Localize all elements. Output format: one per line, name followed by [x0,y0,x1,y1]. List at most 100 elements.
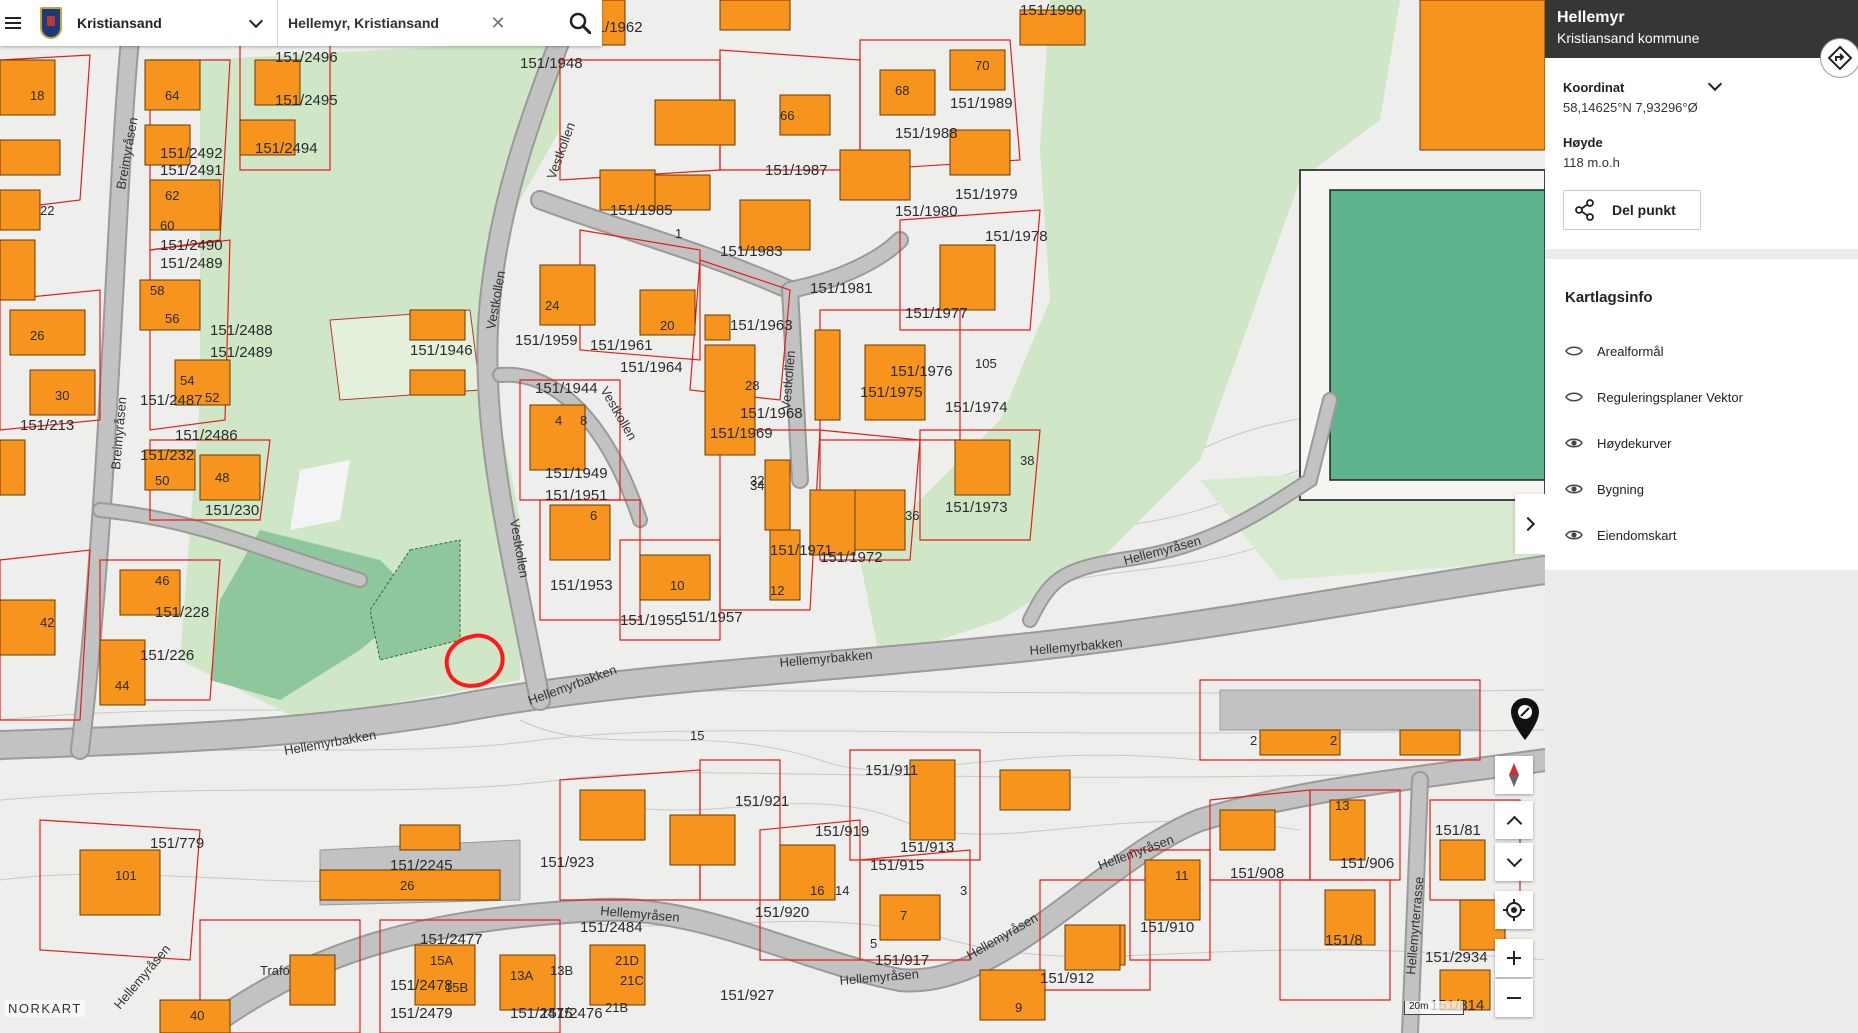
parcel-id-label: 151/226 [140,647,194,664]
parcel-id-label: 151/921 [735,793,789,810]
map-svg[interactable]: VestkollenVestkollenVestkollenVestkollen… [0,0,1545,1033]
place-subtitle: Kristiansand kommune [1557,30,1700,46]
parcel-id-label: 151/213 [20,417,74,434]
parcel-id-label: 151/2487 [140,392,203,409]
parcel-id-label: 151/1988 [895,125,958,142]
search-input[interactable] [288,15,484,31]
layer-row[interactable]: Arealformål [1565,328,1838,374]
eye-hidden-icon[interactable] [1565,390,1583,404]
parcel-id-label: 151/2490 [160,237,223,254]
my-location-button[interactable] [1495,891,1533,929]
parcel-id-label: 151/2245 [390,857,453,874]
chevron-up-icon [1506,815,1522,831]
house-number-label: 70 [975,58,989,73]
house-number-label: 66 [780,108,794,123]
house-number-label: 4 [555,413,562,428]
panel-collapse-button[interactable] [1515,494,1545,554]
tilt-down-button[interactable] [1495,843,1533,881]
house-number-label: 2 [1250,733,1257,748]
share-point-label: Del punkt [1612,202,1676,218]
parcel-id-label: 151/2478 [390,977,453,994]
parcel-id-label: 151/1974 [945,399,1008,416]
municipality-select[interactable]: Kristiansand [26,0,278,46]
layer-name: Arealformål [1597,343,1664,359]
directions-icon [1827,45,1853,71]
house-number-label: 1 [675,226,682,241]
parcel-id-label: 151/2496 [275,49,338,66]
search-button[interactable] [558,0,602,46]
parcel-id-label: 151/2486 [175,427,238,444]
house-number-label: 54 [180,373,194,388]
height-value: 118 m.o.h [1563,155,1620,170]
coordinate-format-toggle[interactable] [1708,81,1722,95]
parcel-id-label: 151/1961 [590,337,653,354]
parcel-id-label: 151/1980 [895,203,958,220]
coordinate-card: Koordinat 58,14625°N 7,93296°Ø Høyde 118… [1545,58,1858,249]
layer-row[interactable]: Eiendomskart [1565,512,1838,558]
share-point-button[interactable]: Del punkt [1563,190,1701,230]
parcel-id-label: 151/1963 [730,317,793,334]
eye-icon[interactable] [1565,528,1583,542]
house-number-label: 58 [150,283,164,298]
map-pin-marker[interactable] [1510,697,1540,741]
layers-list: Arealformål Reguleringsplaner Vektor Høyde… [1565,328,1838,558]
house-number-label: 30 [55,388,69,403]
house-number-label: 6 [590,508,597,523]
menu-button[interactable] [0,0,26,46]
parcel-id-label: 151/2489 [160,255,223,272]
house-number-label: 40 [190,1008,204,1023]
chevron-down-icon [1506,851,1522,867]
parcel-id-label: 151/1959 [515,332,578,349]
parcel-id-label: 151/912 [1040,970,1094,987]
parcel-id-label: 151/2491 [160,162,223,179]
parcel-id-label: 151/911 [865,762,918,779]
house-number-label: 11 [1175,868,1189,883]
plus-icon [1507,951,1521,965]
parcel-id-label: 151/1977 [905,305,968,322]
house-number-label: 26 [30,328,44,343]
share-icon [1575,199,1594,221]
parcel-id-label: 151/2494 [255,140,318,157]
municipality-crest-icon [40,7,62,39]
house-number-label: 15B [445,980,468,995]
layer-row[interactable]: Reguleringsplaner Vektor [1565,374,1838,420]
eye-icon[interactable] [1565,436,1583,450]
house-number-label: 64 [165,88,179,103]
house-number-label: 42 [40,615,54,630]
zoom-in-button[interactable] [1495,939,1533,977]
parcel-id-label: 151/1972 [820,549,883,566]
zoom-out-button[interactable] [1495,979,1533,1017]
eye-hidden-icon[interactable] [1565,344,1583,358]
parcel-id-label: 151/2477 [420,931,483,948]
house-number-label: 48 [215,470,229,485]
parcel-id-label: 151/1989 [950,95,1013,112]
coordinate-value: 58,14625°N 7,93296°Ø [1563,100,1698,115]
parcel-id-label: 151/915 [870,857,924,874]
coordinate-label-row: Koordinat [1563,80,1840,95]
compass-button[interactable] [1495,756,1533,794]
parcel-id-label: 151/1964 [620,359,683,376]
eye-icon[interactable] [1565,482,1583,496]
layer-name: Bygning [1597,481,1644,497]
house-number-label: 21B [605,1000,628,1015]
parcel-id-label: 151/1955 [620,612,683,629]
parcel-id-label: 151/2479 [390,1005,453,1022]
parcel-id-label: 151/1949 [545,465,608,482]
house-number-label: 10 [670,578,684,593]
norkart-logo: NORKART [5,1000,85,1017]
directions-button[interactable] [1820,38,1858,78]
parcel-id-label: 151/923 [540,854,594,871]
height-label: Høyde [1563,135,1603,150]
house-number-label: 68 [895,83,909,98]
parcel-id-label: 151/230 [205,502,259,519]
house-number-label: 38 [1020,453,1034,468]
house-number-label: 12 [770,583,784,598]
layer-row[interactable]: Bygning [1565,466,1838,512]
info-panel: Hellemyr Kristiansand kommune Koordinat … [1545,0,1858,1033]
clear-search-button[interactable]: ✕ [484,9,512,37]
layer-name: Eiendomskart [1597,527,1677,543]
tilt-up-button[interactable] [1495,801,1533,839]
house-number-label: 20 [660,318,674,333]
layer-row[interactable]: Høydekurver [1565,420,1838,466]
map-canvas[interactable]: Vestkollen Vestkollen Vestkollen Vestkollen… [0,0,1545,1033]
